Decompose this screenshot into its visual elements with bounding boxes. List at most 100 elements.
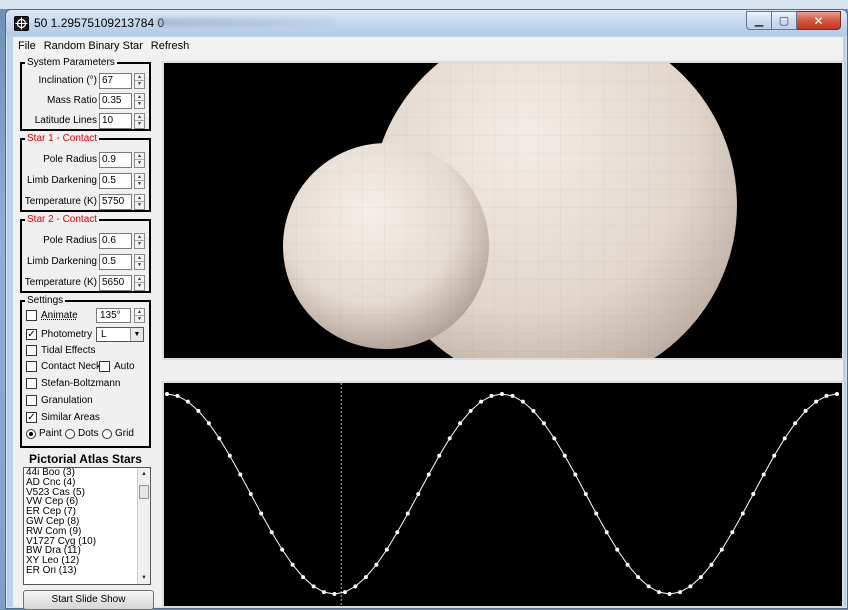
- spin-down-icon[interactable]: ▼: [135, 241, 144, 248]
- star1-temperature-input[interactable]: 5750: [99, 194, 132, 210]
- granulation-checkbox[interactable]: [26, 395, 37, 406]
- light-curve-point: [426, 472, 431, 477]
- light-curve-point: [353, 584, 358, 589]
- radio-paint[interactable]: [26, 429, 36, 439]
- contact-neck-checkbox[interactable]: [26, 361, 37, 372]
- atlas-list-item[interactable]: 44i Boo (3): [24, 468, 137, 478]
- mass-ratio-label: Mass Ratio: [46, 95, 97, 106]
- spin-up-icon[interactable]: ▲: [135, 174, 144, 181]
- atlas-list-item[interactable]: AD Cnc (4): [24, 478, 137, 488]
- star2-pole-radius-spinner[interactable]: ▲ ▼: [134, 233, 145, 249]
- atlas-list-item[interactable]: BW Dra (11): [24, 546, 137, 556]
- app-icon: [14, 16, 29, 31]
- atlas-list-item[interactable]: ER Ori (13): [24, 566, 137, 576]
- atlas-star-list[interactable]: 44i Boo (3) AD Cnc (4) V523 Cas (5) VW Cep …: [23, 467, 151, 585]
- spin-up-icon[interactable]: ▲: [135, 195, 144, 202]
- atlas-list-item[interactable]: RW Com (9): [24, 527, 137, 537]
- spin-down-icon[interactable]: ▼: [135, 202, 144, 209]
- atlas-list-item[interactable]: VW Cep (6): [24, 497, 137, 507]
- atlas-scrollbar[interactable]: ▲ ▼: [137, 468, 150, 584]
- animate-checkbox[interactable]: [26, 310, 37, 321]
- inclination-input[interactable]: 67: [99, 73, 132, 89]
- menu-random-binary-star[interactable]: Random Binary Star: [41, 40, 146, 52]
- menu-file[interactable]: File: [15, 40, 39, 52]
- star1-pole-radius-input[interactable]: 0.9: [99, 152, 132, 168]
- spin-up-icon[interactable]: ▲: [135, 153, 144, 160]
- menu-refresh[interactable]: Refresh: [148, 40, 193, 52]
- auto-checkbox[interactable]: [99, 361, 110, 372]
- scroll-thumb[interactable]: [139, 485, 149, 499]
- similar-areas-checkbox[interactable]: ✓: [26, 412, 37, 423]
- light-curve-point: [217, 436, 222, 441]
- star2-pole-radius-input[interactable]: 0.6: [99, 233, 132, 249]
- star2-temperature-input[interactable]: 5650: [99, 275, 132, 291]
- star2-limb-darkening-spinner[interactable]: ▲ ▼: [134, 254, 145, 270]
- spin-down-icon[interactable]: ▼: [135, 101, 144, 108]
- phase-spinner[interactable]: ▲ ▼: [134, 308, 145, 323]
- light-curve-point: [531, 408, 536, 413]
- star1-temperature-spinner[interactable]: ▲ ▼: [134, 194, 145, 210]
- spin-down-icon[interactable]: ▼: [135, 181, 144, 188]
- star1-pole-radius-spinner[interactable]: ▲ ▼: [134, 152, 145, 168]
- binary-star-canvas: [283, 63, 737, 358]
- contact-neck-label: Contact Neck: [41, 361, 102, 372]
- spin-down-icon[interactable]: ▼: [135, 262, 144, 269]
- mass-ratio-input[interactable]: 0.35: [99, 93, 132, 109]
- light-curve-point: [363, 575, 368, 580]
- phase-input[interactable]: 135°: [96, 308, 131, 323]
- spin-up-icon[interactable]: ▲: [135, 234, 144, 241]
- spin-down-icon[interactable]: ▼: [135, 283, 144, 290]
- atlas-list-item[interactable]: V1727 Cyg (10): [24, 537, 137, 547]
- system-parameters-group: System Parameters Inclination (°) 67 ▲ ▼ …: [20, 57, 151, 131]
- spin-up-icon[interactable]: ▲: [135, 255, 144, 262]
- atlas-list-item[interactable]: V523 Cas (5): [24, 488, 137, 498]
- spin-up-icon[interactable]: ▲: [135, 114, 144, 121]
- light-curve-point: [730, 530, 735, 535]
- atlas-list-item[interactable]: GW Cep (8): [24, 517, 137, 527]
- start-slide-show-button[interactable]: Start Slide Show: [23, 590, 154, 610]
- spin-down-icon[interactable]: ▼: [135, 316, 144, 322]
- atlas-list-item[interactable]: XY Leo (12): [24, 556, 137, 566]
- star1-temperature-row: Temperature (K) 5750 ▲ ▼: [22, 194, 149, 210]
- latitude-lines-input[interactable]: 10: [99, 113, 132, 129]
- radio-grid-label: Grid: [115, 428, 134, 439]
- client-area: System Parameters Inclination (°) 67 ▲ ▼ …: [13, 54, 844, 610]
- spin-down-icon[interactable]: ▼: [135, 160, 144, 167]
- spin-up-icon[interactable]: ▲: [135, 74, 144, 81]
- spin-up-icon[interactable]: ▲: [135, 276, 144, 283]
- radio-grid[interactable]: [102, 429, 112, 439]
- binary-star-3d-view[interactable]: [162, 61, 844, 360]
- radio-dots[interactable]: [65, 429, 75, 439]
- scroll-up-icon[interactable]: ▲: [138, 468, 150, 480]
- latitude-lines-row: Latitude Lines 10 ▲ ▼: [22, 113, 149, 129]
- close-button[interactable]: ✕: [797, 11, 841, 30]
- spin-up-icon[interactable]: ▲: [135, 94, 144, 101]
- inclination-spinner[interactable]: ▲ ▼: [134, 73, 145, 89]
- similar-areas-label: Similar Areas: [41, 412, 100, 423]
- light-curve-point: [803, 408, 808, 413]
- spin-down-icon[interactable]: ▼: [135, 81, 144, 88]
- tidal-effects-checkbox[interactable]: [26, 345, 37, 356]
- star1-limb-darkening-input[interactable]: 0.5: [99, 173, 132, 189]
- latitude-lines-spinner[interactable]: ▲ ▼: [134, 113, 145, 129]
- light-curve-point: [468, 408, 473, 413]
- light-curve-points: [165, 392, 839, 596]
- star2-limb-darkening-input[interactable]: 0.5: [99, 254, 132, 270]
- title-bar[interactable]: 50 1.29575109213784 0 ▁ ▢ ✕: [6, 10, 847, 36]
- photometry-band-select[interactable]: L ▼: [96, 327, 144, 342]
- spin-down-icon[interactable]: ▼: [135, 121, 144, 128]
- light-curve-plot[interactable]: [162, 381, 844, 608]
- photometry-checkbox[interactable]: ✓: [26, 329, 37, 340]
- maximize-button[interactable]: ▢: [772, 11, 797, 30]
- star2-temperature-spinner[interactable]: ▲ ▼: [134, 275, 145, 291]
- light-curve-point: [343, 590, 347, 595]
- contact-neck-row: Contact Neck Auto: [24, 360, 149, 375]
- mass-ratio-spinner[interactable]: ▲ ▼: [134, 93, 145, 109]
- stefan-boltzmann-checkbox[interactable]: [26, 378, 37, 389]
- scroll-down-icon[interactable]: ▼: [138, 572, 150, 584]
- minimize-button[interactable]: ▁: [746, 11, 772, 30]
- spin-up-icon[interactable]: ▲: [135, 309, 144, 316]
- chevron-down-icon[interactable]: ▼: [130, 328, 143, 341]
- star1-limb-darkening-spinner[interactable]: ▲ ▼: [134, 173, 145, 189]
- atlas-list-item[interactable]: ER Cep (7): [24, 507, 137, 517]
